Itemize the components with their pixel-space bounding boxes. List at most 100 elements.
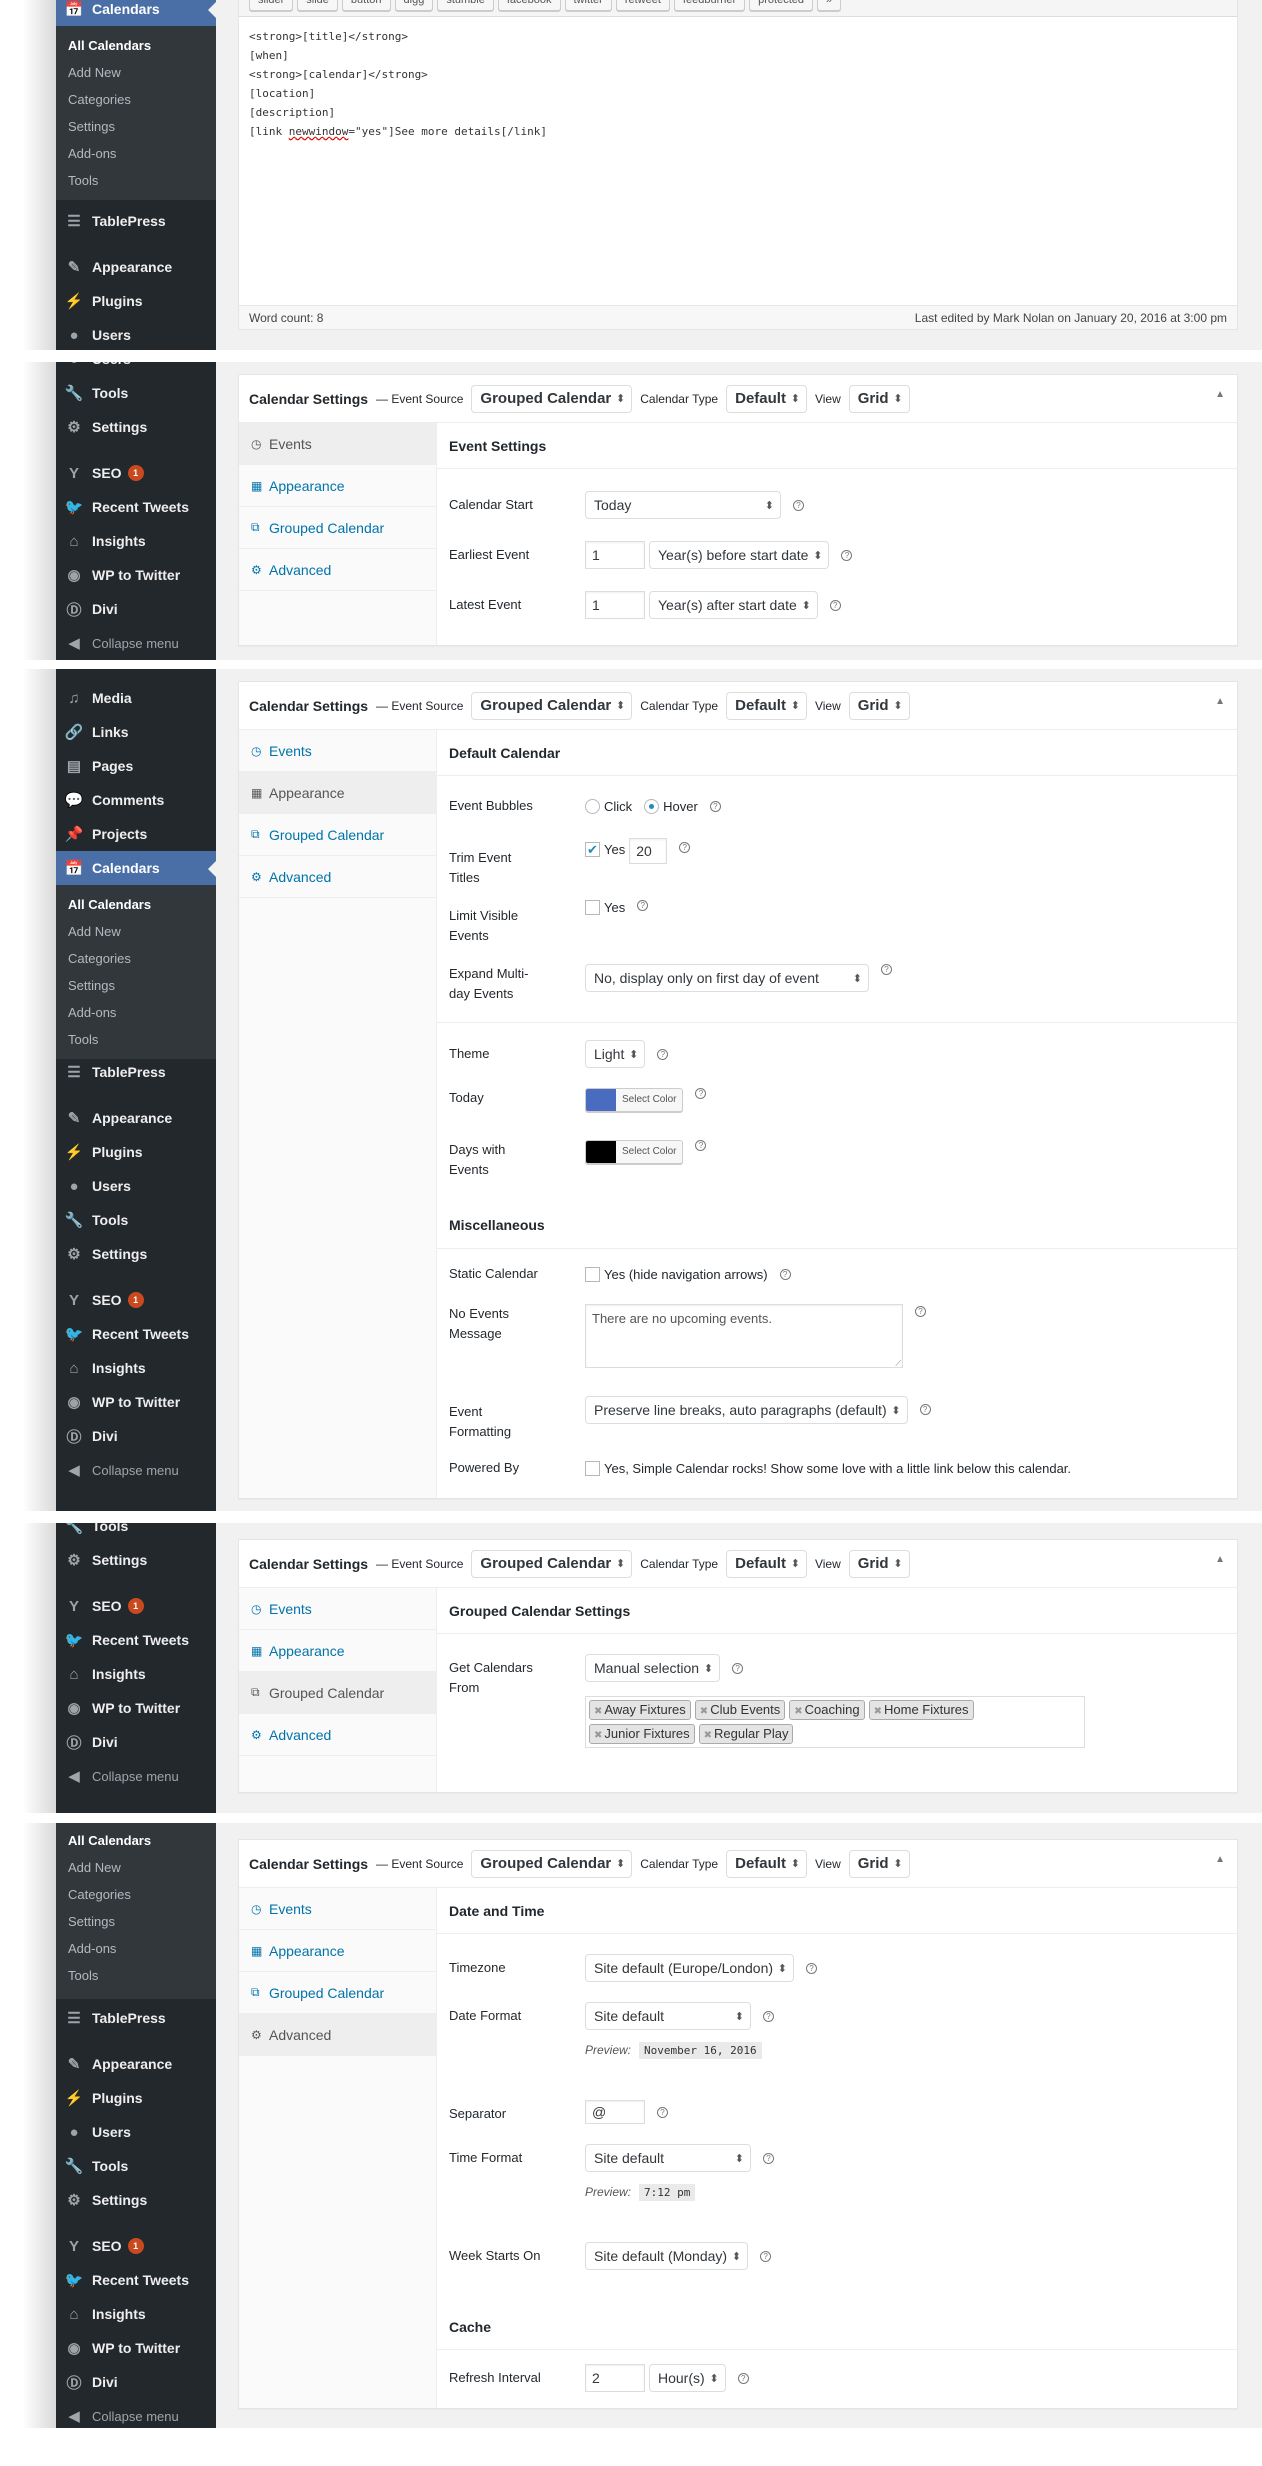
submenu-tools[interactable]: Tools <box>56 167 216 194</box>
menu-tools[interactable]: 🔧 Tools <box>56 1523 216 1543</box>
submenu-add-ons[interactable]: Add-ons <box>56 999 216 1026</box>
submenu-tools[interactable]: Tools <box>56 1026 216 1053</box>
help-icon[interactable]: ? <box>637 900 649 911</box>
latest-event-input[interactable]: 1 <box>585 591 645 619</box>
collapse-box-toggle[interactable]: ▲ <box>1215 696 1225 707</box>
menu-seo[interactable]: Y SEO 1 <box>56 2229 216 2263</box>
menu-insights[interactable]: ⌂ Insights <box>56 524 216 558</box>
earliest-event-input[interactable]: 1 <box>585 541 645 569</box>
menu-seo[interactable]: Y SEO 1 <box>56 456 216 490</box>
tab-appearance[interactable]: ▦ Appearance <box>239 772 436 814</box>
help-icon[interactable]: ? <box>695 1088 707 1099</box>
menu-recent-tweets[interactable]: 🐦 Recent Tweets <box>56 1623 216 1657</box>
tab-grouped-calendar[interactable]: ⧉ Grouped Calendar <box>239 1972 436 2014</box>
static-calendar-checkbox[interactable] <box>585 1266 600 1282</box>
theme-select[interactable]: Light <box>585 1040 646 1068</box>
menu-tablepress[interactable]: ☰ TablePress <box>56 204 216 238</box>
menu-wp-to-twitter[interactable]: ◉ WP to Twitter <box>56 1385 216 1419</box>
help-icon[interactable]: ? <box>737 2372 749 2384</box>
tab-grouped-calendar[interactable]: ⧉ Grouped Calendar <box>239 1672 436 1714</box>
remove-tag-icon[interactable]: ✖ <box>594 1706 602 1717</box>
help-icon[interactable]: ? <box>732 1662 744 1674</box>
menu-users[interactable]: ●Users <box>56 1169 216 1203</box>
get-calendars-select[interactable]: Manual selection <box>585 1654 721 1682</box>
menu-settings[interactable]: ⚙ Settings <box>56 1237 216 1271</box>
event-formatting-select[interactable]: Preserve line breaks, auto paragraphs (d… <box>585 1396 908 1424</box>
menu-calendars[interactable]: 📅 Calendars <box>56 851 216 885</box>
qt-slide-button[interactable]: slide <box>297 0 338 11</box>
qt-digg-button[interactable]: digg <box>394 0 434 11</box>
help-icon[interactable]: ? <box>793 499 804 511</box>
tab-grouped-calendar[interactable]: ⧉ Grouped Calendar <box>239 814 436 856</box>
trim-length-input[interactable]: 20 <box>629 838 668 864</box>
collapse-menu-button[interactable]: ◀ Collapse menu <box>56 1759 216 1793</box>
calendar-type-select[interactable]: Default <box>726 384 807 413</box>
help-icon[interactable]: ? <box>915 1306 926 1317</box>
tab-events[interactable]: ◷ Events <box>239 1588 436 1630</box>
qt-facebook-button[interactable]: facebook <box>497 0 561 11</box>
tab-advanced[interactable]: ⚙ Advanced <box>239 549 436 591</box>
remove-tag-icon[interactable]: ✖ <box>700 1706 708 1717</box>
menu-wp-to-twitter[interactable]: ◉ WP to Twitter <box>56 2331 216 2365</box>
menu-insights[interactable]: ⌂ Insights <box>56 2297 216 2331</box>
view-select[interactable]: Grid <box>848 691 910 720</box>
menu-wp-to-twitter[interactable]: ◉ WP to Twitter <box>56 558 216 592</box>
menu-links[interactable]: 🔗 Links <box>56 715 216 749</box>
menu-media[interactable]: ♫ Media <box>56 681 216 715</box>
menu-calendars[interactable]: 📅 Calendars <box>56 0 216 26</box>
tab-advanced[interactable]: ⚙ Advanced <box>239 856 436 898</box>
menu-tablepress[interactable]: ☰ TablePress <box>56 2001 216 2035</box>
menu-tablepress[interactable]: ☰ TablePress <box>56 1055 216 1089</box>
tab-events[interactable]: ◷ Events <box>239 423 436 465</box>
submenu-categories[interactable]: Categories <box>56 1881 216 1908</box>
menu-wp-to-twitter[interactable]: ◉ WP to Twitter <box>56 1691 216 1725</box>
event-source-select[interactable]: Grouped Calendar <box>471 1849 633 1878</box>
collapse-menu-button[interactable]: ◀ Collapse menu <box>56 1453 216 1487</box>
menu-divi[interactable]: Ⓓ Divi <box>56 1419 216 1453</box>
menu-tools[interactable]: 🔧 Tools <box>56 1203 216 1237</box>
menu-plugins[interactable]: ⚡ Plugins <box>56 2081 216 2115</box>
collapse-menu-button[interactable]: ◀ Collapse menu <box>56 2399 216 2428</box>
menu-recent-tweets[interactable]: 🐦 Recent Tweets <box>56 490 216 524</box>
submenu-add-new[interactable]: Add New <box>56 1854 216 1881</box>
help-icon[interactable]: ? <box>829 599 841 611</box>
remove-tag-icon[interactable]: ✖ <box>594 1730 602 1741</box>
qt-twitter-button[interactable]: twitter <box>564 0 612 11</box>
separator-input[interactable]: @ <box>585 2100 645 2124</box>
remove-tag-icon[interactable]: ✖ <box>874 1706 882 1717</box>
tab-appearance[interactable]: ▦ Appearance <box>239 1930 436 1972</box>
calendar-type-select[interactable]: Default <box>726 1849 807 1878</box>
menu-insights[interactable]: ⌂ Insights <box>56 1351 216 1385</box>
event-source-select[interactable]: Grouped Calendar <box>471 1549 633 1578</box>
calendar-type-select[interactable]: Default <box>726 691 807 720</box>
help-icon[interactable]: ? <box>881 964 892 975</box>
limit-events-checkbox[interactable] <box>585 900 600 915</box>
submenu-settings[interactable]: Settings <box>56 972 216 999</box>
menu-settings[interactable]: ⚙ Settings <box>56 1543 216 1577</box>
timezone-select[interactable]: Site default (Europe/London) <box>585 1954 795 1982</box>
menu-plugins[interactable]: ⚡ Plugins <box>56 1135 216 1169</box>
menu-appearance[interactable]: ✎ Appearance <box>56 250 216 284</box>
earliest-event-unit-select[interactable]: Year(s) before start date <box>649 541 830 569</box>
tab-advanced[interactable]: ⚙ Advanced <box>239 2014 436 2056</box>
refresh-interval-input[interactable]: 2 <box>585 2364 645 2392</box>
menu-plugins[interactable]: ⚡ Plugins <box>56 284 216 318</box>
calendar-type-select[interactable]: Default <box>726 1549 807 1578</box>
help-icon[interactable]: ? <box>709 800 721 812</box>
trim-titles-checkbox[interactable]: ✔ <box>585 842 600 857</box>
powered-by-checkbox[interactable] <box>585 1460 600 1476</box>
editor-textarea[interactable]: <strong>[title]</strong> [when] <strong>[c… <box>249 27 547 141</box>
menu-comments[interactable]: 💬 Comments <box>56 783 216 817</box>
menu-appearance[interactable]: ✎ Appearance <box>56 2047 216 2081</box>
submenu-all-calendars[interactable]: All Calendars <box>56 1827 216 1854</box>
menu-users[interactable]: ●Users <box>56 318 216 350</box>
qt-button-button[interactable]: button <box>341 0 391 11</box>
date-format-select[interactable]: Site default <box>585 2002 751 2030</box>
bubbles-hover-radio[interactable] <box>644 798 660 814</box>
refresh-unit-select[interactable]: Hour(s) <box>649 2364 726 2392</box>
menu-divi[interactable]: Ⓓ Divi <box>56 1725 216 1759</box>
tab-appearance[interactable]: ▦ Appearance <box>239 465 436 507</box>
help-icon[interactable]: ? <box>763 2010 774 2022</box>
collapse-box-toggle[interactable]: ▲ <box>1215 1854 1225 1865</box>
submenu-add-ons[interactable]: Add-ons <box>56 1935 216 1962</box>
